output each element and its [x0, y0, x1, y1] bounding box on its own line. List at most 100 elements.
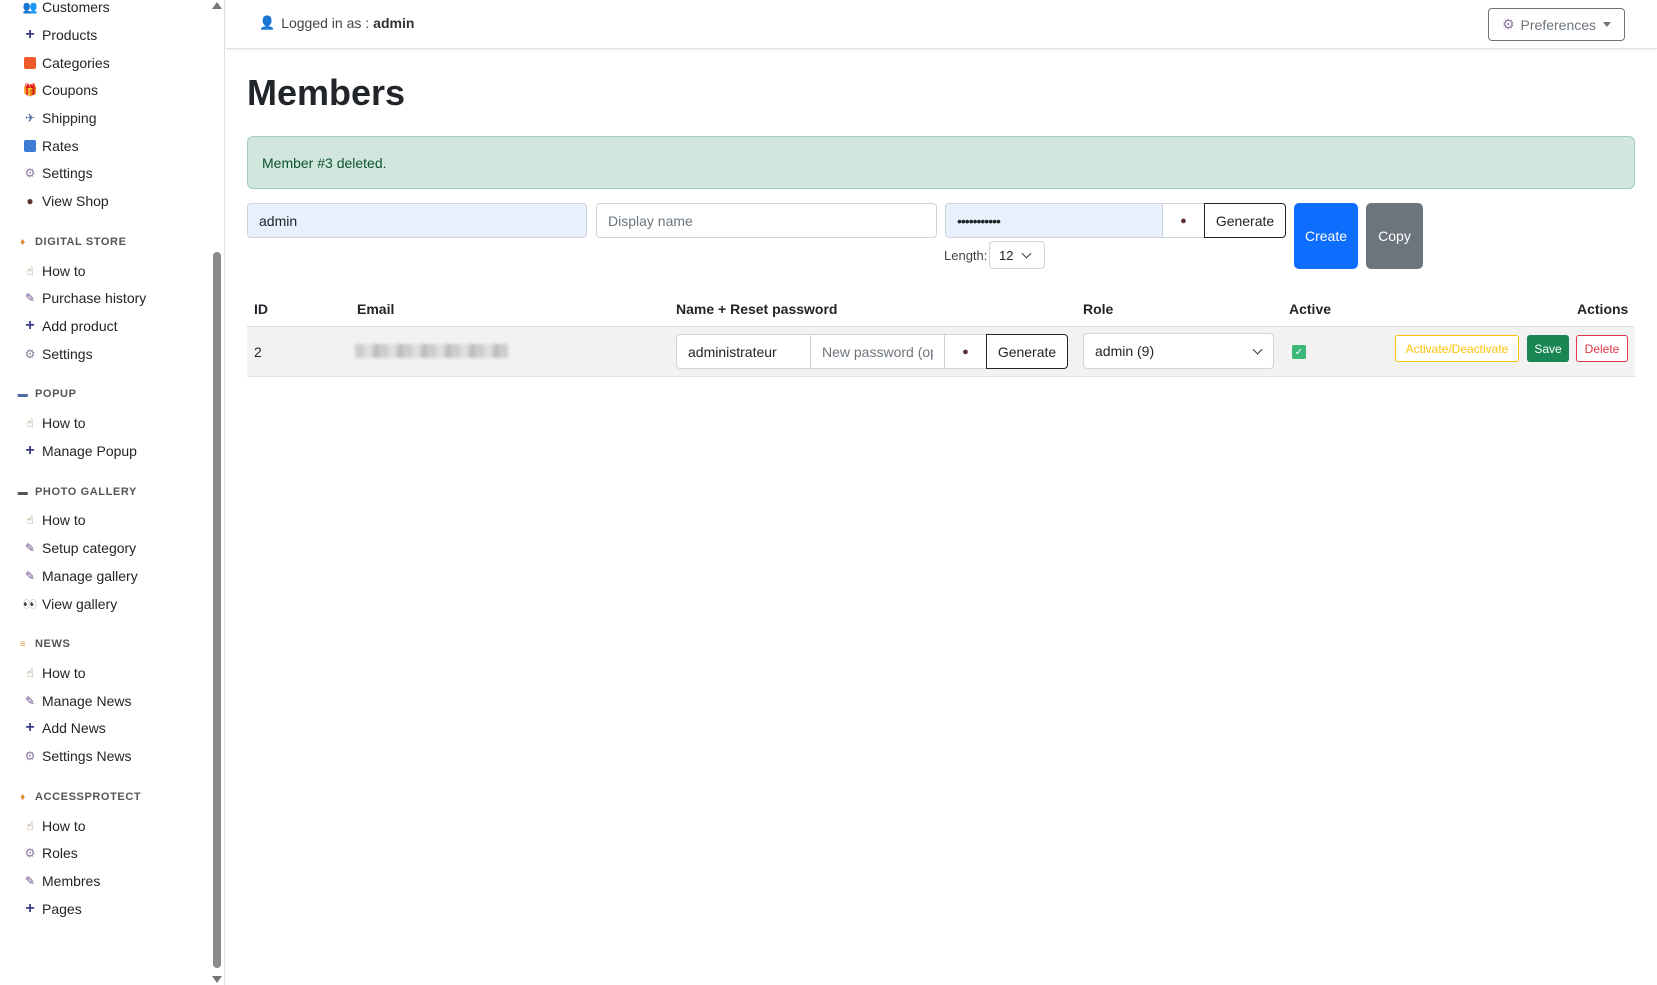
pencil-icon: ✎ [24, 541, 36, 555]
sidebar-item-manage-news[interactable]: ✎ Manage News [22, 689, 132, 713]
eye-icon: ● [962, 345, 969, 358]
logged-username: admin [373, 15, 415, 31]
sidebar-item-roles[interactable]: ⚙ Roles [22, 841, 78, 865]
col-header-email: Email [357, 301, 395, 317]
id-card-icon: ▬ [17, 388, 29, 400]
sidebar-item-membres[interactable]: ✎ Membres [22, 869, 100, 893]
sidebar-item-products[interactable]: + Products [22, 23, 97, 47]
scroll-thumb[interactable] [213, 252, 221, 968]
sidebar-item-popup-how-to[interactable]: ☝ How to [22, 411, 85, 435]
eye-icon: ● [26, 194, 34, 208]
sidebar-item-gallery-how-to[interactable]: ☝ How to [22, 508, 85, 532]
pencil-icon: ✎ [24, 569, 36, 583]
preferences-button[interactable]: ⚙ Preferences [1488, 8, 1625, 41]
gear-icon: ⚙ [24, 166, 36, 180]
sidebar-item-settings-news[interactable]: ⚙ Settings News [22, 744, 132, 768]
eyes-icon: 👀 [22, 597, 38, 611]
success-alert: Member #3 deleted. [247, 136, 1635, 189]
page-title: Members [247, 72, 406, 113]
col-header-name: Name + Reset password [676, 301, 838, 317]
plus-icon: + [25, 719, 35, 736]
copy-button[interactable]: Copy [1366, 203, 1423, 269]
row-new-password-input[interactable] [810, 334, 945, 369]
chevron-down-icon [1252, 344, 1263, 355]
length-label: Length: [944, 248, 988, 263]
sidebar-scrollbar[interactable] [212, 0, 222, 985]
pencil-icon: ✎ [24, 291, 36, 305]
user-icon: 👤 [259, 15, 276, 30]
people-icon: 👥 [22, 0, 38, 14]
plus-icon: + [25, 900, 35, 917]
sidebar-item-purchase-history[interactable]: ✎ Purchase history [22, 286, 146, 310]
section-popup: ▬ POPUP [17, 388, 77, 400]
section-accessprotect: ♦ ACCESSPROTECT [16, 788, 141, 806]
length-select[interactable]: 12 [989, 241, 1045, 269]
square-icon [22, 57, 38, 69]
row-generate-password-button[interactable]: Generate [986, 334, 1068, 369]
gear-icon: ⚙ [24, 347, 36, 361]
sidebar-item-manage-gallery[interactable]: ✎ Manage gallery [22, 564, 138, 588]
pencil-icon: ✎ [24, 874, 36, 888]
col-header-actions: Actions [1577, 301, 1629, 317]
sidebar: 👥 Customers + Products Categories 🎁 Coupons… [0, 0, 225, 985]
hand-icon: ☝ [26, 666, 34, 680]
scroll-up-arrow-icon[interactable] [212, 2, 222, 9]
caret-down-icon [1603, 22, 1612, 27]
section-digital-store: ♦ DIGITAL STORE [16, 233, 127, 251]
sidebar-item-manage-popup[interactable]: + Manage Popup [22, 439, 137, 463]
sidebar-item-add-product[interactable]: + Add product [22, 314, 117, 338]
sidebar-item-access-how-to[interactable]: ☝ How to [22, 814, 85, 838]
delete-button[interactable]: Delete [1576, 335, 1628, 362]
row-email-redacted [355, 344, 508, 358]
sidebar-item-settings[interactable]: ⚙ Settings [22, 161, 93, 185]
sidebar-item-shipping[interactable]: ✈ Shipping [22, 106, 97, 130]
generate-password-button[interactable]: Generate [1204, 203, 1286, 238]
plus-icon: + [25, 26, 35, 43]
row-active-checkbox[interactable]: ✓ [1292, 345, 1306, 359]
scroll-icon: ≡ [19, 638, 27, 650]
hand-icon: ☝ [26, 416, 34, 430]
logged-in-info: 👤 Logged in as : admin [259, 15, 415, 31]
gear-icon: ⚙ [24, 749, 36, 763]
row-name-input[interactable] [676, 334, 811, 369]
sidebar-item-rates[interactable]: Rates [22, 134, 79, 158]
plus-icon: + [25, 317, 35, 334]
sidebar-item-add-news[interactable]: + Add News [22, 716, 105, 740]
topbar: 👤 Logged in as : admin ⚙ Preferences [226, 0, 1657, 49]
display-name-input[interactable] [596, 203, 937, 238]
sidebar-item-categories[interactable]: Categories [22, 51, 110, 75]
col-header-role: Role [1083, 301, 1114, 317]
create-button[interactable]: Create [1294, 203, 1358, 269]
camera-icon: ▬ [17, 486, 29, 498]
col-header-active: Active [1289, 301, 1332, 317]
hand-icon: ☝ [26, 513, 34, 527]
row-role-select[interactable]: admin (9) [1083, 333, 1274, 369]
sidebar-item-digital-how-to[interactable]: ☝ How to [22, 259, 85, 283]
sidebar-item-setup-category[interactable]: ✎ Setup category [22, 536, 136, 560]
sidebar-item-pages[interactable]: + Pages [22, 897, 81, 921]
chevron-down-icon [1021, 248, 1032, 259]
save-button[interactable]: Save [1527, 335, 1569, 362]
row-id: 2 [254, 344, 262, 360]
sidebar-item-news-how-to[interactable]: ☝ How to [22, 661, 85, 685]
toggle-password-button[interactable]: ● [1162, 203, 1205, 238]
row-toggle-password-button[interactable]: ● [944, 334, 987, 369]
flame-icon: ♦ [20, 791, 26, 803]
pencil-icon: ✎ [24, 694, 36, 708]
gift-icon: 🎁 [22, 83, 38, 97]
email-input[interactable] [247, 203, 587, 238]
section-photo-gallery: ▬ PHOTO GALLERY [17, 486, 137, 498]
hand-icon: ☝ [26, 819, 34, 833]
sidebar-item-coupons[interactable]: 🎁 Coupons [22, 78, 99, 102]
plane-icon: ✈ [24, 111, 36, 125]
sidebar-item-view-gallery[interactable]: 👀 View gallery [22, 592, 118, 616]
sidebar-item-view-shop[interactable]: ● View Shop [22, 189, 108, 213]
gear-icon: ⚙ [24, 846, 36, 860]
password-input[interactable] [945, 203, 1163, 238]
activate-deactivate-button[interactable]: Activate/Deactivate [1395, 335, 1519, 362]
col-header-id: ID [254, 301, 268, 317]
hand-icon: ☝ [26, 264, 34, 278]
sidebar-item-customers[interactable]: 👥 Customers [22, 0, 110, 19]
sidebar-item-digital-settings[interactable]: ⚙ Settings [22, 342, 93, 366]
scroll-down-arrow-icon[interactable] [212, 976, 222, 983]
